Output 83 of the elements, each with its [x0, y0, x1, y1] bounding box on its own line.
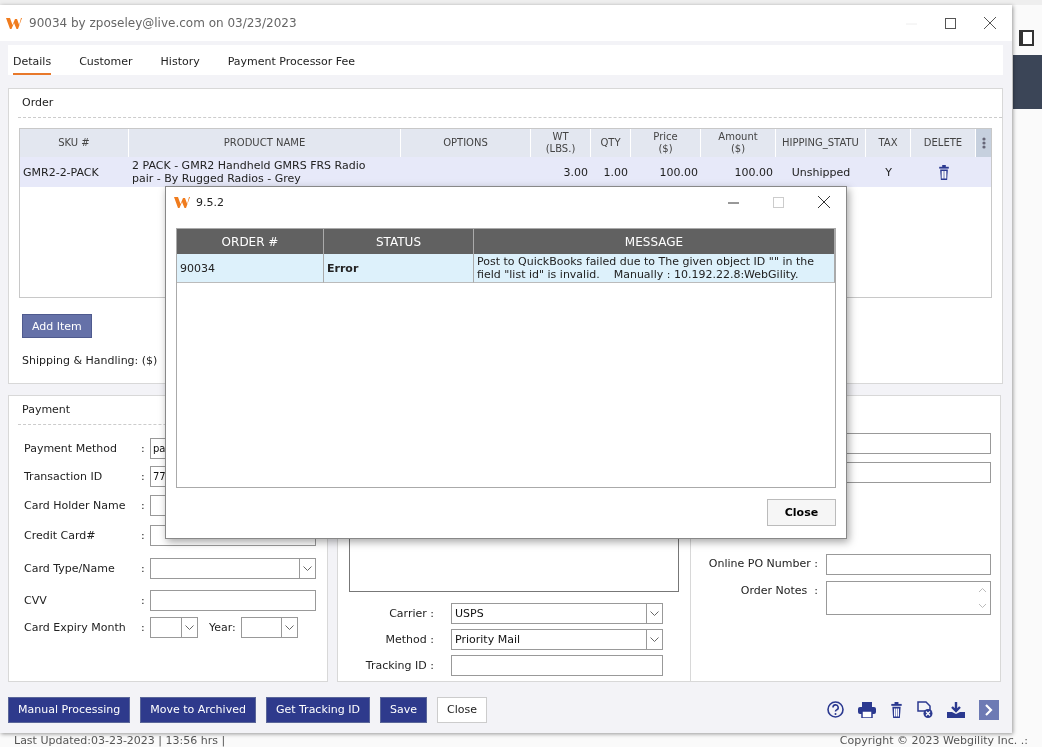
- action-button[interactable]: Move to Archived: [140, 696, 256, 723]
- help-icon[interactable]: [827, 701, 844, 718]
- close-icon[interactable]: [984, 17, 996, 29]
- field-label: Order Notes :: [739, 584, 818, 597]
- add-item-button[interactable]: Add Item: [22, 314, 92, 338]
- field-label: Card Holder Name: [24, 499, 127, 512]
- field-label: Online PO Number :: [707, 557, 818, 570]
- field-label: Credit Card#: [24, 529, 97, 542]
- tab[interactable]: Payment Processor Fee: [227, 45, 356, 75]
- field-label: Method :: [384, 633, 434, 646]
- table-cell-text: 100.00: [658, 164, 699, 181]
- tab[interactable]: Details: [13, 45, 52, 75]
- colon: :: [141, 594, 146, 607]
- colon: :: [141, 529, 146, 542]
- table-cell-text: 1.00: [602, 164, 629, 181]
- notes-field[interactable]: [826, 581, 991, 615]
- dropdown[interactable]: [150, 558, 316, 579]
- year-dropdown[interactable]: [240, 617, 298, 638]
- close-icon[interactable]: [818, 196, 830, 208]
- chevron-down-icon[interactable]: [650, 611, 659, 616]
- panel-title: Payment: [21, 402, 72, 418]
- field-label: Card Expiry Month: [24, 621, 127, 634]
- column-header: MESSAGE: [474, 229, 835, 254]
- text-field[interactable]: [150, 590, 316, 611]
- chevron-down-icon[interactable]: [650, 637, 659, 642]
- maximize-icon[interactable]: [945, 17, 956, 29]
- table-cell-text: 2 PACK - GMR2 Handheld GMRS FRS Radio pair - By Rugged Radios - Grey: [131, 158, 367, 187]
- chevron-down-icon[interactable]: [303, 566, 312, 571]
- field-label: Payment Method: [24, 442, 118, 455]
- dropdown[interactable]: Priority Mail: [451, 629, 663, 650]
- window-title: 90034 by zposeley@live.com on 03/23/2023: [29, 16, 298, 30]
- logo-icon: [174, 195, 190, 209]
- field-label: Card Type/Name: [24, 562, 116, 575]
- colon: :: [141, 442, 146, 455]
- tab[interactable]: Customer: [79, 45, 133, 75]
- column-header: STATUS: [324, 229, 474, 254]
- action-button[interactable]: Manual Processing: [8, 696, 131, 723]
- download-icon[interactable]: [947, 701, 965, 718]
- dropdown[interactable]: USPS: [451, 603, 663, 624]
- table-cell-text: Y: [884, 164, 893, 181]
- dialog-title: 9.5.2: [196, 195, 225, 209]
- chevron-down-icon[interactable]: [185, 625, 194, 630]
- logo-icon: [6, 16, 22, 30]
- panel-title: Order: [21, 95, 55, 111]
- file-x-icon[interactable]: [917, 701, 933, 718]
- colon: :: [141, 499, 146, 512]
- colon: :: [141, 621, 146, 634]
- chevron-right-icon: [985, 703, 993, 716]
- text-field[interactable]: [826, 554, 991, 575]
- month-dropdown[interactable]: [150, 617, 198, 638]
- field-label: Carrier :: [388, 607, 434, 620]
- action-button[interactable]: Save: [380, 696, 428, 723]
- chevron-down-icon[interactable]: [284, 625, 294, 630]
- close-button[interactable]: Close: [437, 696, 487, 723]
- table-cell-text: Unshipped: [790, 164, 852, 181]
- last-updated-text: Last Updated:03-23-2023 | 13:56 hrs |: [13, 734, 227, 747]
- colon: :: [141, 470, 146, 483]
- field-label: Year:: [209, 621, 236, 634]
- column-header: ORDER #: [177, 229, 324, 254]
- table-cell: 90034: [177, 254, 324, 283]
- table-cell: Error: [324, 254, 474, 283]
- table-cell-text: GMR2-2-PACK: [22, 164, 100, 181]
- copyright-text: Copyright © 2023 Webgility Inc. .:: [838, 734, 1029, 747]
- background-panel: [1013, 55, 1042, 109]
- delete-icon[interactable]: [937, 164, 950, 180]
- next-button[interactable]: [979, 699, 999, 720]
- field-label: Transaction ID: [24, 470, 104, 483]
- more-icon[interactable]: [981, 137, 986, 149]
- field-label: CVV: [24, 594, 48, 607]
- action-button[interactable]: Get Tracking ID: [265, 696, 370, 723]
- table-cell-text: 3.00: [562, 164, 589, 181]
- tab[interactable]: History: [160, 45, 200, 75]
- table-cell: Post to QuickBooks failed due to The given object ID "" in the field "list id" is invalid. Manually : 10.192.22.8:WebGility.: [474, 254, 835, 283]
- print-icon[interactable]: [858, 701, 876, 718]
- text-field[interactable]: [451, 655, 663, 676]
- scroll-arrows-icon: [978, 587, 987, 609]
- shipping-handling-label: Shipping & Handling: ($): [22, 354, 159, 367]
- delete-icon[interactable]: [890, 701, 903, 718]
- colon: :: [141, 562, 146, 575]
- window-icon: [1019, 30, 1034, 46]
- table-cell-text: 100.00: [733, 164, 774, 181]
- field-label: Tracking ID :: [364, 659, 434, 672]
- close-button[interactable]: Close: [767, 499, 836, 526]
